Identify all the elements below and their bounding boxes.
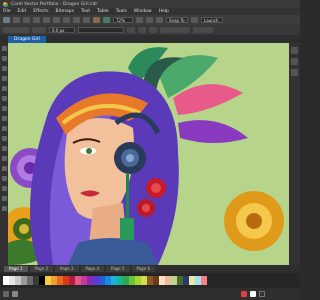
- import-icon[interactable]: [93, 17, 100, 23]
- no-fill-swatch[interactable]: [259, 291, 265, 297]
- properties-docker-icon[interactable]: [291, 47, 298, 54]
- interactive-fill-tool-icon[interactable]: [1, 196, 7, 201]
- new-document-icon[interactable]: [3, 17, 10, 23]
- eyedropper-tool-icon[interactable]: [1, 186, 7, 191]
- menu-window[interactable]: Window: [134, 9, 152, 14]
- redo-icon[interactable]: [83, 17, 90, 23]
- print-icon[interactable]: [33, 17, 40, 23]
- snap-to-select[interactable]: Snap To: [166, 17, 188, 23]
- units-field[interactable]: [32, 27, 46, 33]
- paste-icon[interactable]: [63, 17, 70, 23]
- parallel-dimension-tool-icon[interactable]: [1, 146, 7, 151]
- connector-tool-icon[interactable]: [1, 156, 7, 161]
- text-tool-icon[interactable]: [1, 136, 7, 141]
- zoom-tool-icon[interactable]: [1, 76, 7, 81]
- transform-docker-icon[interactable]: [291, 69, 298, 76]
- zoom-select[interactable]: 72%: [113, 17, 133, 23]
- drawing-canvas[interactable]: [8, 43, 289, 265]
- menu-file[interactable]: File: [3, 9, 11, 14]
- menu-effects[interactable]: Effects: [33, 9, 48, 14]
- right-golden-ornament: [224, 191, 284, 251]
- page-tab-2[interactable]: Page 2: [29, 266, 53, 272]
- status-bar: [0, 288, 300, 300]
- ellipse-tool-icon[interactable]: [1, 116, 7, 121]
- drop-shadow-tool-icon[interactable]: [1, 166, 7, 171]
- document-tab[interactable]: Dragon Girl: [8, 36, 46, 43]
- menu-bitmaps[interactable]: Bitmaps: [56, 9, 74, 14]
- earring-pendant: [120, 218, 134, 240]
- launch-select[interactable]: Launch: [201, 17, 223, 23]
- duplicate-distance-field[interactable]: [78, 27, 124, 33]
- undo-icon[interactable]: [73, 17, 80, 23]
- earring-tassel: [126, 173, 129, 223]
- docker-panel: [289, 43, 300, 265]
- copy-icon[interactable]: [53, 17, 60, 23]
- full-screen-icon[interactable]: [136, 17, 143, 23]
- menu-help[interactable]: Help: [159, 9, 169, 14]
- outline-color-swatch[interactable]: [250, 291, 256, 297]
- objects-docker-icon[interactable]: [291, 58, 298, 65]
- scale-field[interactable]: [193, 27, 213, 33]
- smart-fill-tool-icon[interactable]: [1, 206, 7, 211]
- menu-text[interactable]: Text: [81, 9, 90, 14]
- iris: [86, 148, 92, 154]
- app-logo-icon: [3, 1, 8, 7]
- page-tab-1[interactable]: Page 1: [4, 266, 28, 272]
- freehand-tool-icon[interactable]: [1, 86, 7, 91]
- all-pages-icon[interactable]: [138, 27, 146, 33]
- crop-tool-icon[interactable]: [1, 66, 7, 71]
- artistic-media-tool-icon[interactable]: [1, 96, 7, 101]
- standard-toolbar: 72% Snap To Launch: [0, 15, 300, 25]
- fill-indicator-icon[interactable]: [3, 291, 9, 297]
- orientation-icon[interactable]: [127, 27, 135, 33]
- document-tab-bar: Dragon Girl: [0, 35, 300, 43]
- rectangle-tool-icon[interactable]: [1, 106, 7, 111]
- toolbox: [0, 43, 8, 265]
- cut-icon[interactable]: [43, 17, 50, 23]
- page-tab-6[interactable]: Page 6: [131, 266, 155, 272]
- drawing-units-field[interactable]: [160, 27, 190, 33]
- export-icon[interactable]: [103, 17, 110, 23]
- page-tab-bar: Page 1 Page 2 Page 3 Page 4 Page 5 Page …: [0, 265, 300, 273]
- artwork-illustration: [8, 43, 289, 265]
- options-icon[interactable]: [191, 17, 198, 23]
- open-icon[interactable]: [13, 17, 20, 23]
- property-bar: 0.0 px: [0, 25, 300, 35]
- menu-table[interactable]: Table: [97, 9, 109, 14]
- page-tab-3[interactable]: Page 3: [55, 266, 79, 272]
- page-tab-5[interactable]: Page 5: [106, 266, 130, 272]
- outline-indicator-icon[interactable]: [12, 291, 18, 297]
- polygon-tool-icon[interactable]: [1, 126, 7, 131]
- fill-color-swatch[interactable]: [241, 291, 247, 297]
- menu-tools[interactable]: Tools: [116, 9, 127, 14]
- shape-tool-icon[interactable]: [1, 56, 7, 61]
- transparency-tool-icon[interactable]: [1, 176, 7, 181]
- current-page-icon[interactable]: [149, 27, 157, 33]
- window-title: Corel Vector Portfolio - Dragon Girl.cdr: [11, 1, 98, 7]
- pick-tool-icon[interactable]: [1, 46, 7, 51]
- page-size-field[interactable]: [3, 27, 29, 33]
- palette-swatch[interactable]: [201, 276, 207, 285]
- page-tab-4[interactable]: Page 4: [80, 266, 104, 272]
- menu-bar: File Edit Effects Bitmaps Text Table Too…: [0, 8, 300, 15]
- rulers-icon[interactable]: [156, 17, 163, 23]
- nudge-field[interactable]: 0.0 px: [49, 27, 75, 33]
- save-icon[interactable]: [23, 17, 30, 23]
- view-mode-icon[interactable]: [146, 17, 153, 23]
- menu-edit[interactable]: Edit: [18, 9, 27, 14]
- title-bar: Corel Vector Portfolio - Dragon Girl.cdr: [0, 0, 300, 8]
- color-palette: [0, 273, 300, 288]
